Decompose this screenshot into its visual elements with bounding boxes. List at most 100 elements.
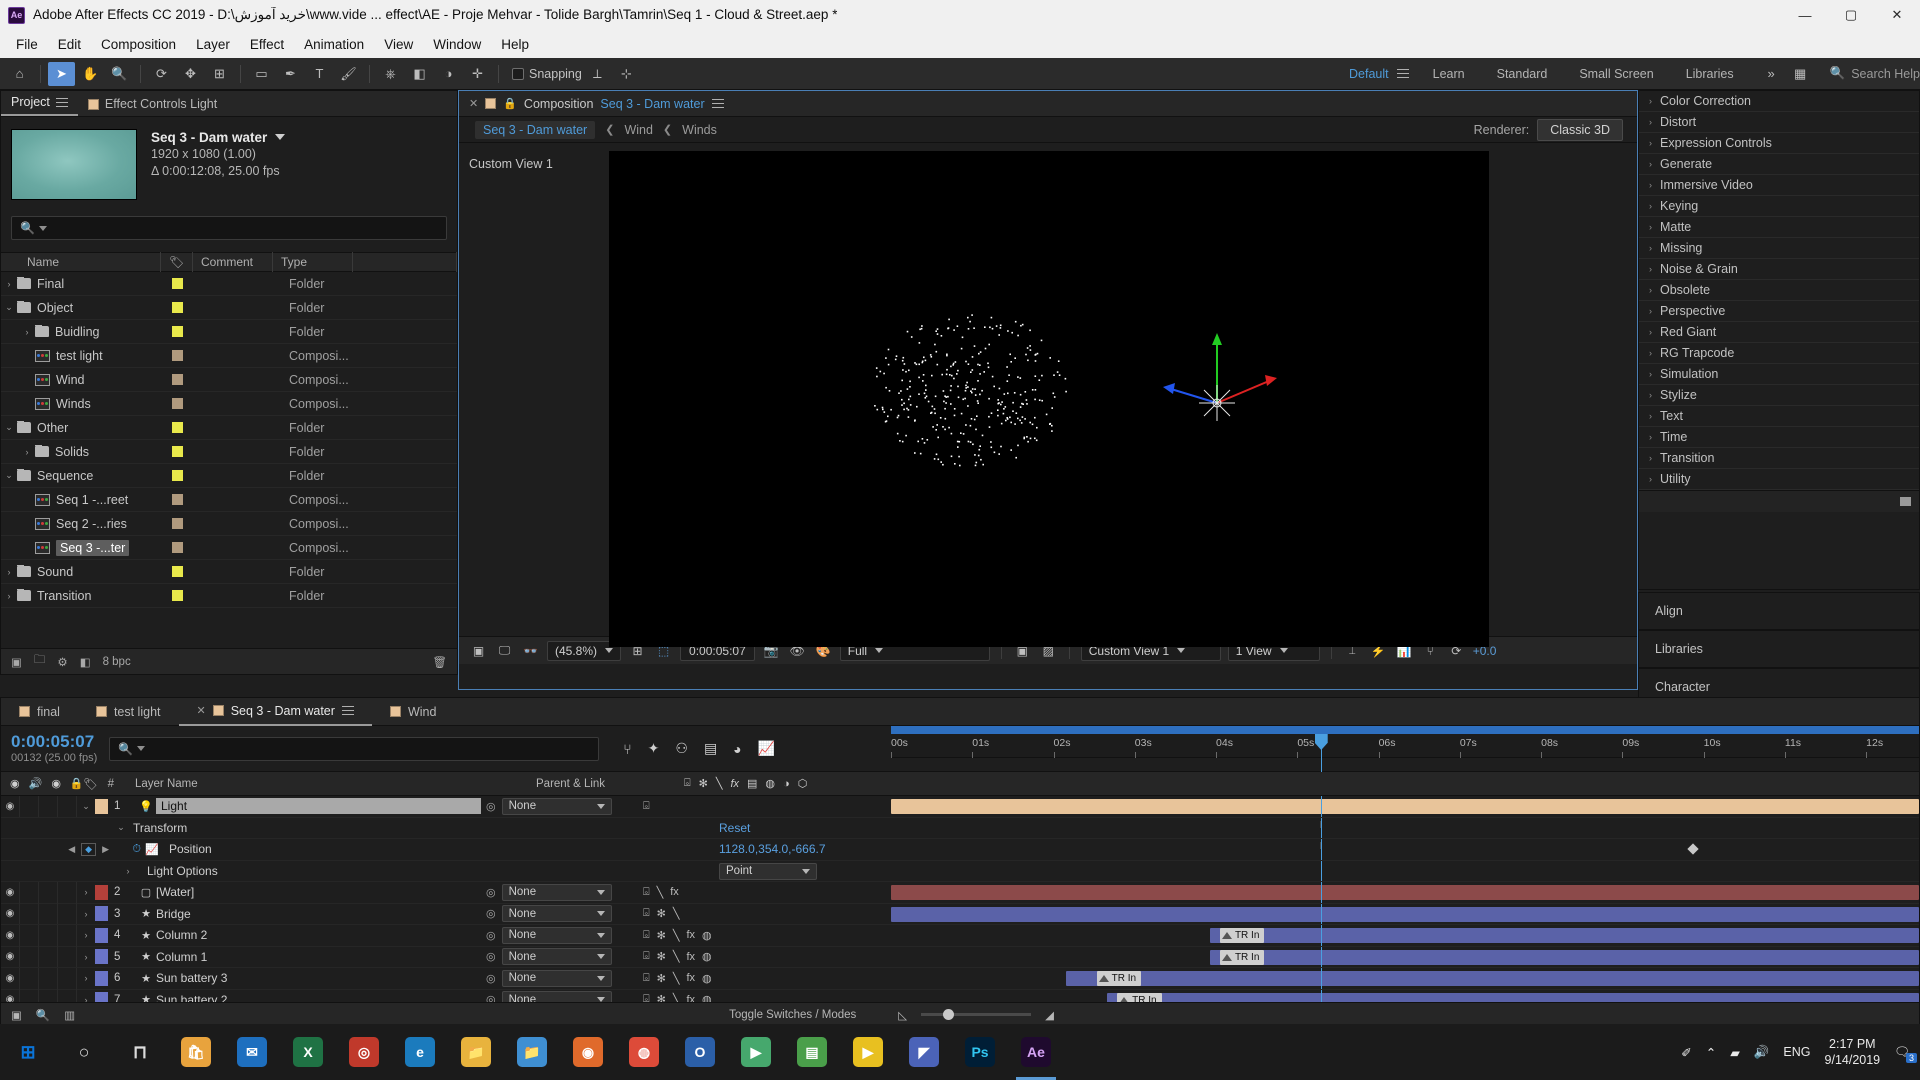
disclosure-triangle-icon[interactable]: › <box>77 930 95 940</box>
audio-toggle-icon[interactable] <box>20 946 39 968</box>
disclosure-triangle-icon[interactable]: › <box>19 447 35 457</box>
home-icon[interactable]: ⌂ <box>6 62 33 86</box>
stopwatch-icon[interactable]: ⏱ <box>115 843 141 856</box>
layer-row[interactable]: ◉ › 5 ★ Column 1 ◎ None ⌺ ✻ ╲ fx ◍ TR In <box>1 946 1919 968</box>
project-item-row[interactable]: › Transition Folder <box>1 584 457 608</box>
keyframe-nav[interactable]: ◀ ◆ ▶ <box>1 842 115 856</box>
timeline-current-time[interactable]: 0:00:05:07 00132 (25.00 fps) <box>11 732 97 764</box>
layer-track[interactable]: TR In <box>891 968 1919 989</box>
video-toggle-icon[interactable]: ◉ <box>1 946 20 968</box>
switch-mask-icon[interactable]: ◍ <box>702 972 712 985</box>
project-item-row[interactable]: Seq 2 -...ries Composi... <box>1 512 457 536</box>
timeline-zoom-slider[interactable] <box>921 1009 1032 1020</box>
switch-3d-icon[interactable]: ⌺ <box>643 929 650 942</box>
dolly-camera-tool[interactable]: ⊞ <box>206 62 233 86</box>
label-color-cell[interactable] <box>161 302 193 313</box>
disclosure-triangle-icon[interactable]: › <box>1649 411 1652 421</box>
solo-toggle-icon[interactable] <box>39 946 58 968</box>
breadcrumb-item[interactable]: Wind <box>624 123 652 137</box>
layer-duration-bar[interactable] <box>891 906 1919 922</box>
layer-label-color[interactable] <box>95 949 108 965</box>
switch-3d-icon[interactable]: ⌺ <box>643 907 650 920</box>
effect-category-row[interactable]: › Immersive Video <box>1639 175 1919 196</box>
zoom-in-icon[interactable]: ◢ <box>1045 1008 1054 1022</box>
property-row-options[interactable]: › Light Options Point <box>1 860 1919 882</box>
light-type-select[interactable]: Point <box>719 862 817 880</box>
taskbar-edge-icon[interactable]: e <box>392 1024 448 1080</box>
new-animation-preset-icon[interactable] <box>1900 497 1911 506</box>
solo-toggle-icon[interactable] <box>39 924 58 946</box>
project-item-row[interactable]: Wind Composi... <box>1 368 457 392</box>
solo-toggle-icon[interactable] <box>39 967 58 989</box>
label-color-cell[interactable] <box>161 422 193 433</box>
switch-fx-icon[interactable]: fx <box>686 972 695 984</box>
disclosure-triangle-icon[interactable]: › <box>77 887 95 897</box>
switch-slash-icon[interactable]: ╲ <box>673 972 680 985</box>
effect-category-row[interactable]: › Missing <box>1639 238 1919 259</box>
layer-name[interactable]: Column 2 <box>156 928 486 942</box>
video-toggle-icon[interactable]: ◉ <box>1 881 20 903</box>
timeline-tab[interactable]: final <box>1 698 78 726</box>
taskbar-mpc-icon[interactable]: ▶ <box>728 1024 784 1080</box>
workspace-libraries[interactable]: Libraries <box>1670 63 1750 85</box>
taskbar-notepad-icon[interactable]: ▤ <box>784 1024 840 1080</box>
layer-label-color[interactable] <box>95 884 108 900</box>
taskbar-search-icon[interactable]: ○ <box>56 1024 112 1080</box>
layer-marker[interactable]: TR In <box>1219 928 1265 943</box>
layer-name-header[interactable]: Layer Name <box>121 772 526 796</box>
disclosure-triangle-icon[interactable]: › <box>77 952 95 962</box>
taskbar-media-icon[interactable]: ◎ <box>336 1024 392 1080</box>
pen-tool[interactable]: ✒ <box>277 62 304 86</box>
timeline-view-icon[interactable]: ▣ <box>11 1008 22 1022</box>
audio-toggle-icon[interactable] <box>20 881 39 903</box>
pen-icon[interactable]: ✐ <box>1681 1045 1691 1060</box>
breadcrumb-item[interactable]: Winds <box>682 123 717 137</box>
effect-category-row[interactable]: › Obsolete <box>1639 280 1919 301</box>
disclosure-triangle-icon[interactable]: ⌄ <box>1 470 17 481</box>
layer-track[interactable] <box>891 903 1919 924</box>
property-value[interactable]: 1128.0,354.0,-666.7 <box>719 842 826 856</box>
panel-menu-icon[interactable] <box>55 97 68 107</box>
disclosure-triangle-icon[interactable]: › <box>1649 285 1652 295</box>
pick-whip-icon[interactable]: ◎ <box>486 907 496 920</box>
snap-grid-icon[interactable]: ⊹ <box>613 62 640 86</box>
rectangle-tool[interactable]: ▭ <box>248 62 275 86</box>
menu-item-window[interactable]: Window <box>423 34 491 55</box>
property-track[interactable]: I <box>891 839 1919 860</box>
menu-item-animation[interactable]: Animation <box>294 34 374 55</box>
composition-viewer[interactable]: Custom View 1 <box>459 143 1637 647</box>
puppet-pin-tool[interactable]: ✛ <box>464 62 491 86</box>
property-track[interactable]: I <box>891 817 1919 838</box>
audio-toggle-icon[interactable] <box>20 903 39 925</box>
switch-star-icon[interactable]: ✻ <box>657 950 666 963</box>
label-color-cell[interactable] <box>161 326 193 337</box>
tab-effect-controls[interactable]: Effect Controls Light <box>78 93 227 116</box>
disclosure-triangle-icon[interactable]: › <box>1649 432 1652 442</box>
zoom-slider-thumb[interactable] <box>943 1009 955 1020</box>
parent-link-cell[interactable]: ◎ None <box>486 948 636 966</box>
parent-link-cell[interactable]: ◎ None <box>486 883 636 901</box>
parent-link-header[interactable]: Parent & Link <box>526 772 676 796</box>
pick-whip-icon[interactable]: ◎ <box>486 886 496 899</box>
taskbar-task-view-icon[interactable]: ⊓ <box>112 1024 168 1080</box>
clock[interactable]: 2:17 PM 9/14/2019 <box>1825 1036 1881 1069</box>
effect-category-row[interactable]: › Matte <box>1639 217 1919 238</box>
taskbar-player-icon[interactable]: ▶ <box>840 1024 896 1080</box>
taskbar-firefox-icon[interactable]: ◉ <box>560 1024 616 1080</box>
menu-item-view[interactable]: View <box>374 34 423 55</box>
panel-menu-icon[interactable] <box>711 99 724 108</box>
label-color-cell[interactable] <box>161 494 193 505</box>
layer-name[interactable]: Column 1 <box>156 950 486 964</box>
lock-toggle-icon[interactable] <box>58 967 77 989</box>
layer-track[interactable] <box>891 882 1919 903</box>
lock-icon[interactable]: 🔒 <box>503 97 517 110</box>
taskbar-video-icon[interactable]: ◤ <box>896 1024 952 1080</box>
disclosure-triangle-icon[interactable]: ⌄ <box>1 302 17 313</box>
network-icon[interactable]: ▰ <box>1730 1045 1740 1060</box>
taskbar-start-button[interactable]: ⊞ <box>0 1024 56 1080</box>
layer-row[interactable]: ◉ ⌄ 1 💡 Light ◎ None ⌺ <box>1 795 1919 818</box>
project-settings-icon[interactable]: ⚙ <box>57 655 67 669</box>
disclosure-triangle-icon[interactable]: ⌄ <box>115 822 127 833</box>
switch-star-icon[interactable]: ✻ <box>657 972 666 985</box>
disclosure-triangle-icon[interactable]: › <box>1649 201 1652 211</box>
